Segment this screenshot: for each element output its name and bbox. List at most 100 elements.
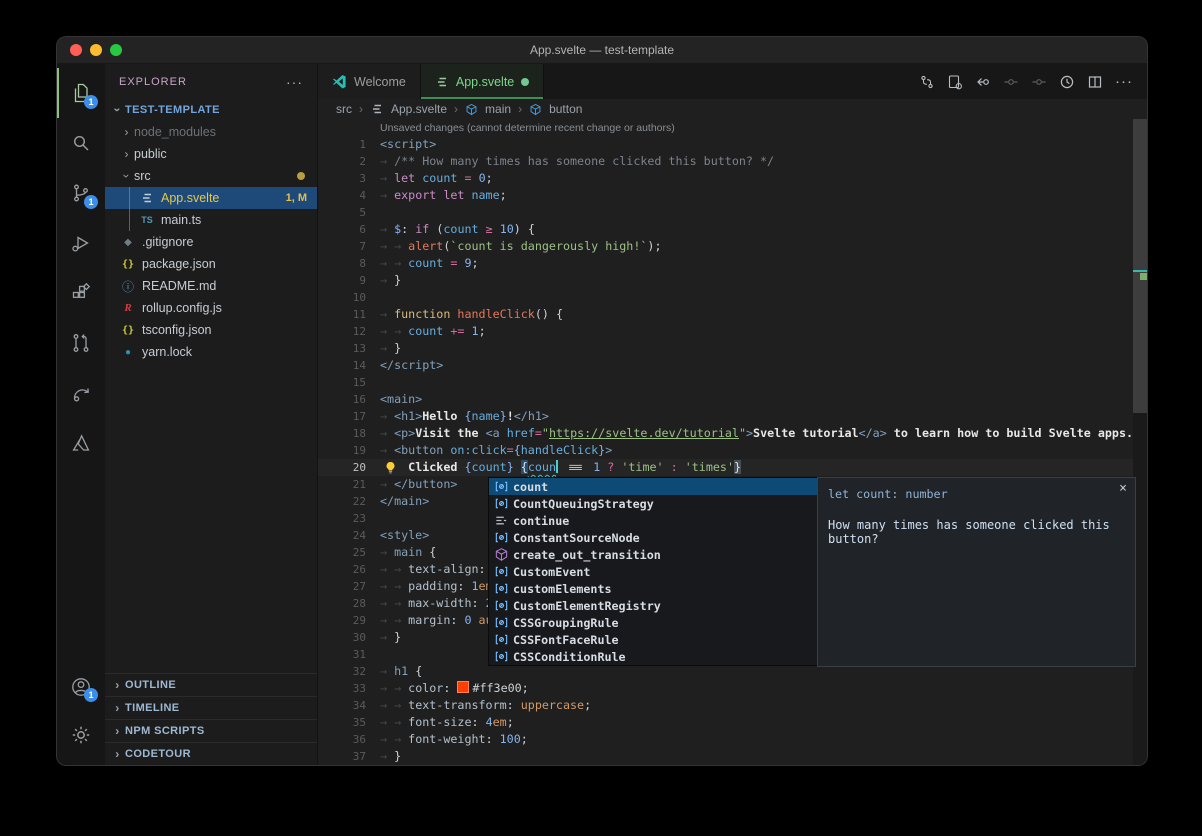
suggestion-ConstantSourceNode[interactable]: ConstantSourceNode	[489, 529, 818, 546]
more-actions-icon[interactable]: ···	[286, 74, 303, 90]
code-line-19[interactable]: 19→ <button on:click={handleClick}>	[318, 442, 1147, 459]
extensions-icon[interactable]	[57, 268, 105, 318]
code-line-8[interactable]: 8→ → count = 9;	[318, 255, 1147, 272]
code-line-3[interactable]: 3→ let count = 0;	[318, 170, 1147, 187]
code-line-36[interactable]: 36→ → font-weight: 100;	[318, 731, 1147, 748]
suggestion-CustomEvent[interactable]: CustomEvent	[489, 563, 818, 580]
sidebar-section-outline[interactable]: ›OUTLINE	[105, 673, 317, 696]
azure-icon[interactable]	[57, 418, 105, 468]
codelens-label[interactable]: Unsaved changes (cannot determine recent…	[318, 122, 1147, 136]
navigate-back-icon[interactable]	[975, 74, 991, 90]
code-line-12[interactable]: 12→ → count += 1;	[318, 323, 1147, 340]
code-line-7[interactable]: 7→ → alert(`count is dangerously high!`)…	[318, 238, 1147, 255]
run-debug-icon[interactable]	[57, 218, 105, 268]
code-line-11[interactable]: 11→ function handleClick() {	[318, 306, 1147, 323]
source-control-icon[interactable]: 1	[57, 168, 105, 218]
window-title: App.svelte — test-template	[530, 43, 674, 57]
explorer-item-.gitignore[interactable]: ◆.gitignore	[105, 231, 317, 253]
account-icon[interactable]: 1	[57, 663, 105, 711]
line-number: 8	[318, 255, 380, 272]
open-changes-icon[interactable]	[947, 74, 963, 90]
suggestion-label: CustomElementRegistry	[513, 599, 661, 613]
pull-requests-icon[interactable]	[57, 318, 105, 368]
code-line-34[interactable]: 34→ → text-transform: uppercase;	[318, 697, 1147, 714]
breadcrumb-item[interactable]: main	[485, 102, 511, 116]
chevron-right-icon: ›	[110, 701, 125, 715]
minimize-window-button[interactable]	[90, 44, 102, 56]
sidebar-section-codetour[interactable]: ›CODETOUR	[105, 742, 317, 765]
code-line-2[interactable]: 2→ /** How many times has someone clicke…	[318, 153, 1147, 170]
suggestion-count[interactable]: count	[489, 478, 818, 495]
live-share-icon[interactable]	[57, 368, 105, 418]
code-line-5[interactable]: 5	[318, 204, 1147, 221]
explorer-root-folder[interactable]: › TEST-TEMPLATE	[105, 99, 317, 121]
suggestion-CustomElementRegistry[interactable]: CustomElementRegistry	[489, 597, 818, 614]
code-line-1[interactable]: 1<script>	[318, 136, 1147, 153]
code-line-18[interactable]: 18→ <p>Visit the <a href="https://svelte…	[318, 425, 1147, 442]
suggestion-continue[interactable]: continue	[489, 512, 818, 529]
code-line-33[interactable]: 33→ → color: #ff3e00;	[318, 680, 1147, 697]
code-line-14[interactable]: 14</script>	[318, 357, 1147, 374]
line-number: 17	[318, 408, 380, 425]
explorer-item-tsconfig.json[interactable]: {}tsconfig.json	[105, 319, 317, 341]
sidebar-section-npm-scripts[interactable]: ›NPM SCRIPTS	[105, 719, 317, 742]
code-line-35[interactable]: 35→ → font-size: 4em;	[318, 714, 1147, 731]
vscode-window: App.svelte — test-template 11 1 EXPLORER…	[56, 36, 1148, 766]
search-icon[interactable]	[57, 118, 105, 168]
explorer-item-package.json[interactable]: {}package.json	[105, 253, 317, 275]
suggestion-CountQueuingStrategy[interactable]: CountQueuingStrategy	[489, 495, 818, 512]
settings-gear-icon[interactable]	[57, 711, 105, 759]
breadcrumb: src›App.svelte›main›button	[318, 99, 1147, 119]
code-line-17[interactable]: 17→ <h1>Hello {name}!</h1>	[318, 408, 1147, 425]
close-window-button[interactable]	[70, 44, 82, 56]
code-line-37[interactable]: 37→ }	[318, 748, 1147, 765]
suggestion-customElements[interactable]: customElements	[489, 580, 818, 597]
scrollbar-thumb[interactable]	[1133, 119, 1147, 413]
git-file-icon: ◆	[119, 237, 137, 248]
explorer-icon[interactable]: 1	[57, 68, 105, 118]
code-line-20[interactable]: 20 Clicked {count} {coun ≡ 1 ? 'time' : …	[318, 459, 1147, 476]
maximize-window-button[interactable]	[110, 44, 122, 56]
symbol-variable-icon	[492, 615, 511, 630]
explorer-item-rollup.config.js[interactable]: Rrollup.config.js	[105, 297, 317, 319]
suggestion-CSSConditionRule[interactable]: CSSConditionRule	[489, 648, 818, 665]
more-actions-icon[interactable]: ···	[1115, 74, 1133, 89]
tab-welcome[interactable]: Welcome	[318, 64, 421, 99]
close-icon[interactable]: ×	[1119, 482, 1127, 495]
breadcrumb-item[interactable]: src	[336, 102, 352, 116]
explorer-item-public[interactable]: ›public	[105, 143, 317, 165]
code-line-4[interactable]: 4→ export let name;	[318, 187, 1147, 204]
explorer-item-src[interactable]: ›src	[105, 165, 317, 187]
history-icon[interactable]	[1059, 74, 1075, 90]
explorer-item-yarn.lock[interactable]: ●yarn.lock	[105, 341, 317, 363]
suggestion-CSSFontFaceRule[interactable]: CSSFontFaceRule	[489, 631, 818, 648]
tab-app-svelte[interactable]: App.svelte	[421, 64, 544, 99]
explorer-item-README.md[interactable]: ⓘREADME.md	[105, 275, 317, 297]
code-line-10[interactable]: 10	[318, 289, 1147, 306]
lightbulb-icon[interactable]	[384, 461, 397, 474]
code-line-13[interactable]: 13→ }	[318, 340, 1147, 357]
git-compare-icon[interactable]	[919, 74, 935, 90]
explorer-item-main.ts[interactable]: TSmain.ts	[105, 209, 317, 231]
color-swatch	[457, 681, 469, 693]
code-line-9[interactable]: 9→ }	[318, 272, 1147, 289]
code-line-15[interactable]: 15	[318, 374, 1147, 391]
section-label: NPM SCRIPTS	[125, 725, 205, 737]
suggestion-label: CSSConditionRule	[513, 650, 626, 664]
explorer-item-App.svelte[interactable]: App.svelte1, M	[105, 187, 317, 209]
breadcrumb-item[interactable]: button	[549, 102, 582, 116]
modified-dot-icon[interactable]	[521, 78, 529, 86]
file-label: App.svelte	[161, 191, 219, 205]
breadcrumb-item[interactable]: App.svelte	[391, 102, 447, 116]
code-editor[interactable]: Unsaved changes (cannot determine recent…	[318, 119, 1147, 765]
line-number: 32	[318, 663, 380, 680]
tab-icon	[332, 74, 347, 89]
suggestion-CSSGroupingRule[interactable]: CSSGroupingRule	[489, 614, 818, 631]
sidebar-section-timeline[interactable]: ›TIMELINE	[105, 696, 317, 719]
explorer-item-node_modules[interactable]: ›node_modules	[105, 121, 317, 143]
code-line-16[interactable]: 16<main>	[318, 391, 1147, 408]
split-editor-icon[interactable]	[1087, 74, 1103, 90]
code-line-6[interactable]: 6→ $: if (count ≥ 10) {	[318, 221, 1147, 238]
symbol-variable-icon	[492, 496, 511, 511]
suggestion-create_out_transition[interactable]: create_out_transition	[489, 546, 818, 563]
